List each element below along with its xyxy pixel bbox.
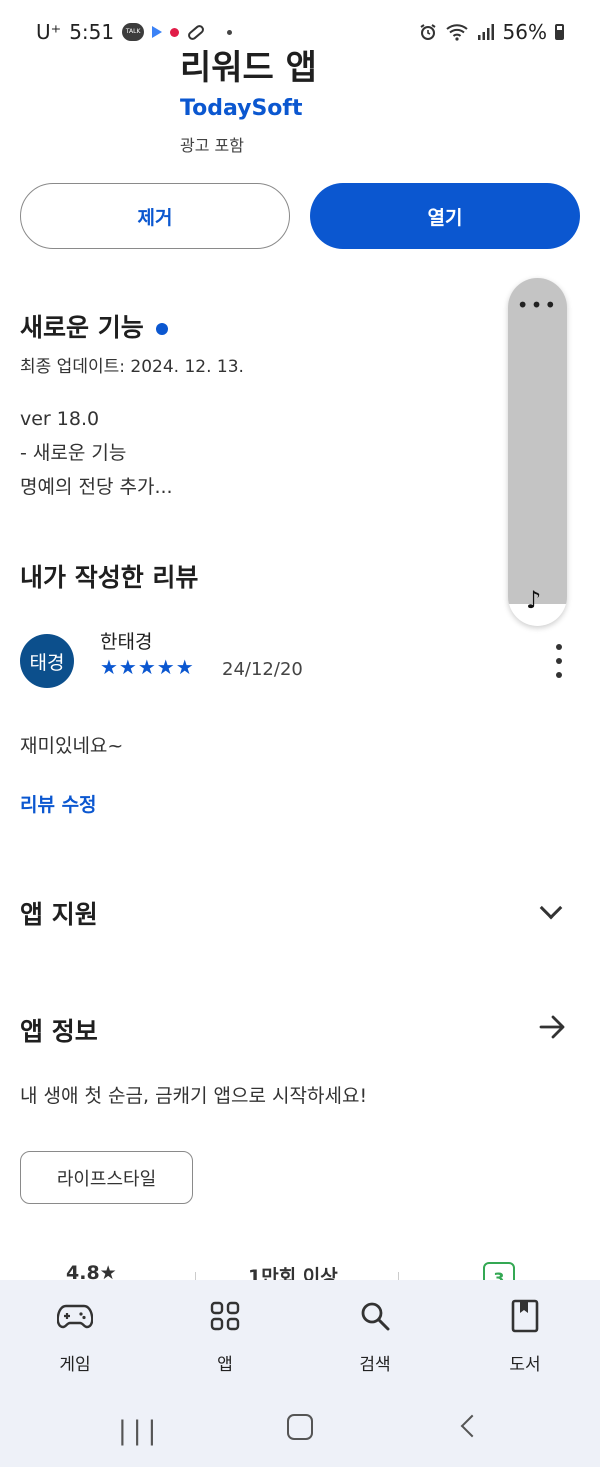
search-icon bbox=[325, 1296, 425, 1336]
pill-icon bbox=[186, 22, 206, 42]
app-title: 리워드 앱 bbox=[180, 48, 317, 88]
my-review-heading: 내가 작성한 리뷰 bbox=[20, 563, 199, 592]
review-date: 24/12/20 bbox=[222, 659, 303, 680]
nav-label-books: 도서 bbox=[509, 1355, 541, 1375]
carrier-label: U⁺ bbox=[36, 20, 62, 44]
category-chip[interactable]: 라이프스타일 bbox=[20, 1151, 193, 1204]
system-nav-bar: ||| bbox=[0, 1400, 600, 1467]
more-notifications-icon bbox=[227, 29, 233, 35]
home-icon[interactable] bbox=[287, 1414, 313, 1440]
chevron-down-icon[interactable] bbox=[539, 896, 563, 920]
wifi-icon bbox=[445, 24, 468, 41]
nav-label-search: 검색 bbox=[359, 1355, 391, 1375]
avatar: 태경 bbox=[20, 634, 74, 688]
app-support-heading[interactable]: 앱 지원 bbox=[20, 895, 98, 931]
review-more-icon[interactable] bbox=[549, 644, 569, 678]
music-note-icon[interactable]: ♪ bbox=[526, 586, 541, 614]
play-icon bbox=[152, 26, 163, 38]
more-horizontal-icon[interactable]: ••• bbox=[508, 295, 567, 315]
app-info-heading[interactable]: 앱 정보 bbox=[20, 1012, 98, 1048]
whats-new-heading[interactable]: 새로운 기능 bbox=[20, 308, 168, 344]
review-body: 재미있네요~ bbox=[20, 735, 124, 757]
gamepad-icon bbox=[25, 1296, 125, 1336]
kakaotalk-icon: TALK bbox=[122, 23, 145, 41]
new-indicator-dot bbox=[155, 323, 168, 335]
status-right: 56% bbox=[419, 20, 564, 44]
bottom-nav: 게임 앱 검색 도서 bbox=[0, 1280, 600, 1400]
last-updated: 최종 업데이트: 2024. 12. 13. bbox=[20, 357, 244, 377]
signal-icon bbox=[477, 24, 494, 40]
whats-new-line: 명예의 전당 추가... bbox=[20, 476, 173, 498]
reviewer-name: 한태경 bbox=[100, 631, 153, 653]
whats-new-notes: ver 18.0 - 새로운 기능 명예의 전당 추가... bbox=[20, 402, 173, 504]
developer-link[interactable]: TodaySoft bbox=[180, 96, 303, 121]
nav-item-books[interactable]: 도서 bbox=[475, 1296, 575, 1375]
back-icon[interactable] bbox=[460, 1414, 484, 1438]
edit-review-link[interactable]: 리뷰 수정 bbox=[20, 790, 97, 817]
nav-item-games[interactable]: 게임 bbox=[25, 1296, 125, 1375]
app-description: 내 생애 첫 순금, 금캐기 앱으로 시작하세요! bbox=[20, 1085, 368, 1107]
alarm-icon bbox=[419, 24, 436, 40]
star-rating: ★★★★★ bbox=[100, 655, 195, 679]
whats-new-line: - 새로운 기능 bbox=[20, 442, 127, 464]
whats-new-line: ver 18.0 bbox=[20, 408, 100, 430]
remove-button[interactable]: 제거 bbox=[20, 183, 290, 249]
ad-note: 광고 포함 bbox=[180, 136, 244, 155]
arrow-right-icon[interactable] bbox=[538, 1012, 568, 1042]
nav-item-search[interactable]: 검색 bbox=[325, 1296, 425, 1375]
floating-side-panel[interactable]: ••• ♪ bbox=[508, 278, 567, 626]
whats-new-title: 새로운 기능 bbox=[20, 313, 144, 342]
apps-grid-icon bbox=[175, 1296, 275, 1336]
battery-icon bbox=[555, 24, 564, 40]
recent-apps-icon[interactable]: ||| bbox=[118, 1416, 162, 1446]
battery-percent: 56% bbox=[502, 20, 547, 44]
nav-label-apps: 앱 bbox=[217, 1355, 233, 1375]
book-icon bbox=[475, 1296, 575, 1336]
nav-item-apps[interactable]: 앱 bbox=[175, 1296, 275, 1375]
clock: 5:51 bbox=[69, 20, 115, 44]
open-button[interactable]: 열기 bbox=[310, 183, 580, 249]
nav-label-games: 게임 bbox=[59, 1355, 91, 1375]
record-dot-icon bbox=[170, 27, 180, 37]
